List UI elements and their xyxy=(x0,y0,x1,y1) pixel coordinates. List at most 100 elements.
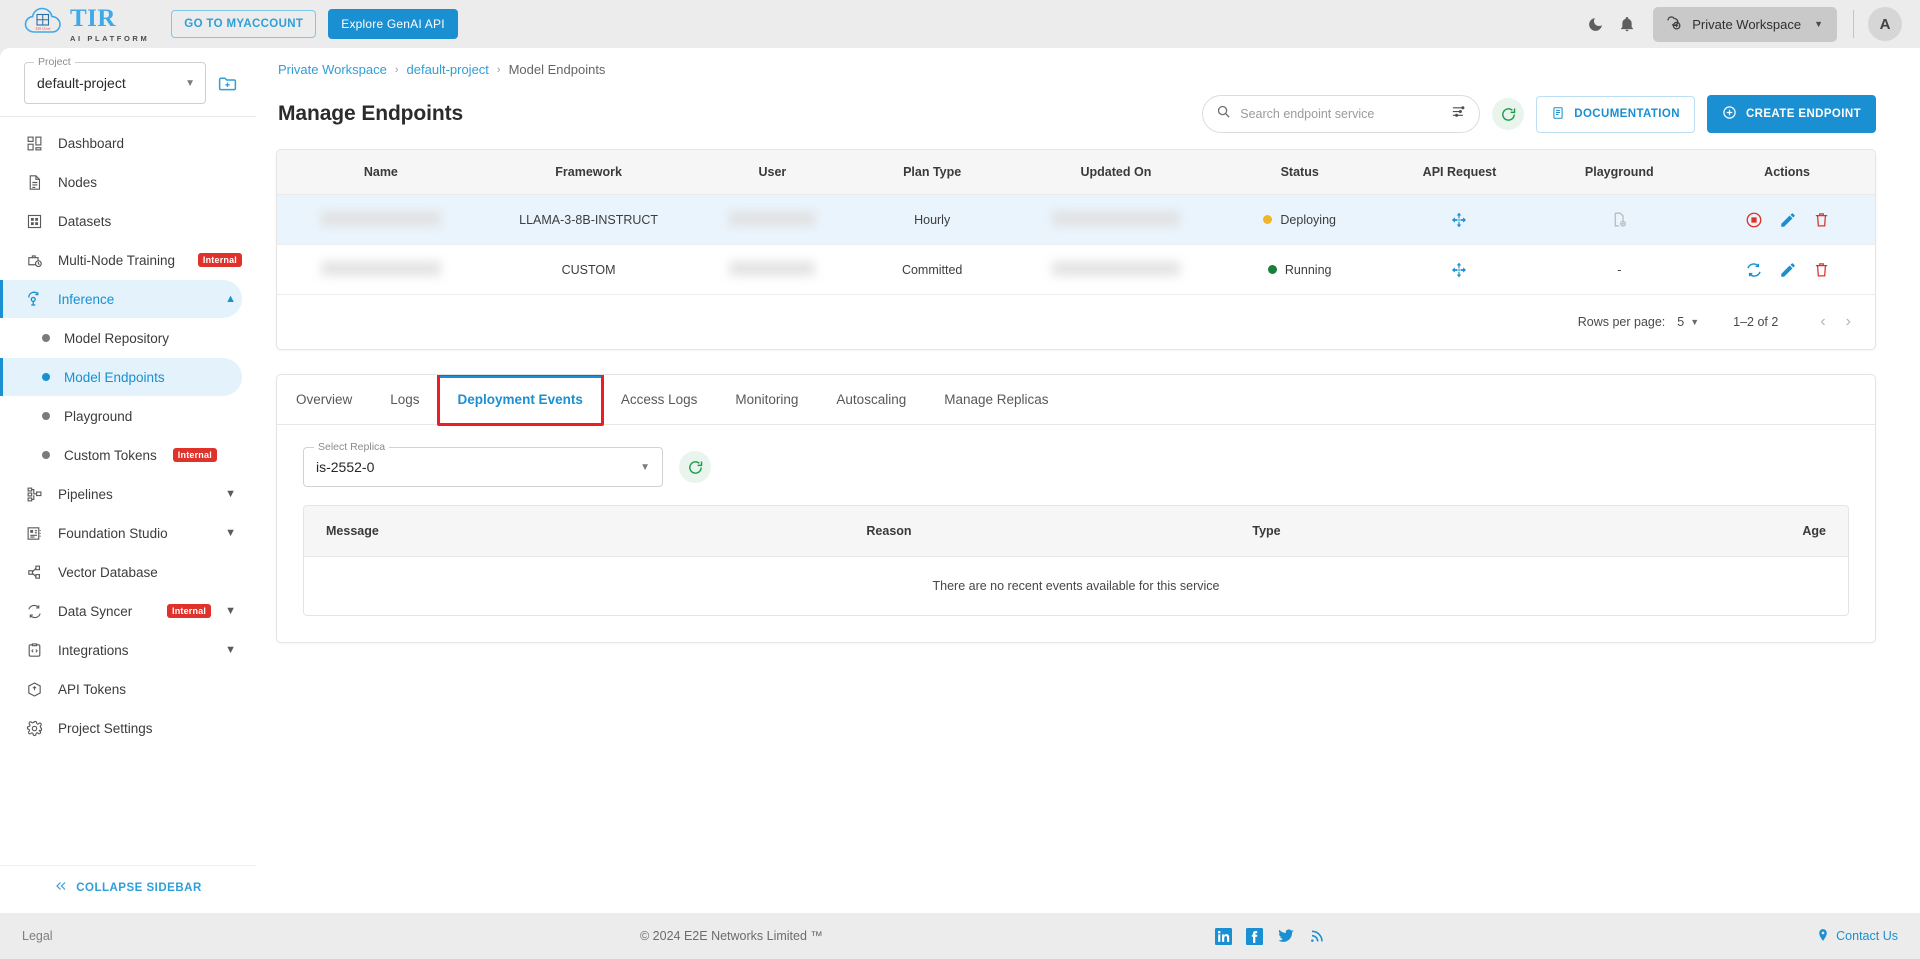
tab-autoscaling[interactable]: Autoscaling xyxy=(817,375,925,424)
cell-framework: LLAMA-3-8B-INSTRUCT xyxy=(484,194,693,245)
bullet-icon xyxy=(42,334,50,342)
linkedin-icon[interactable] xyxy=(1215,927,1232,945)
collapse-sidebar-button[interactable]: COLLAPSE SIDEBAR xyxy=(0,865,256,913)
facebook-icon[interactable] xyxy=(1246,927,1263,945)
chevron-down-icon: ▼ xyxy=(1814,19,1823,29)
sidebar-item-model-repository[interactable]: Model Repository xyxy=(0,319,242,357)
next-page-button[interactable]: › xyxy=(1842,313,1855,331)
refresh-button[interactable] xyxy=(1492,98,1525,130)
table-row[interactable]: LLAMA-3-8B-INSTRUCT Hourly Deploying xyxy=(277,194,1875,245)
studio-icon xyxy=(24,523,44,543)
bell-icon[interactable] xyxy=(1611,8,1643,40)
footer-copyright: © 2024 E2E Networks Limited ™ xyxy=(640,929,823,943)
sidebar-item-api-tokens[interactable]: API Tokens xyxy=(0,670,242,708)
sidebar-item-data-syncer[interactable]: Data Syncer Internal ▼ xyxy=(0,592,242,630)
breadcrumb-private-workspace[interactable]: Private Workspace xyxy=(278,62,387,77)
bullet-icon xyxy=(42,412,50,420)
page-title-row: Manage Endpoints Search endpoint service… xyxy=(276,95,1876,133)
gear-icon xyxy=(24,718,44,738)
tab-deployment-events[interactable]: Deployment Events xyxy=(438,375,603,424)
stop-icon[interactable] xyxy=(1745,211,1763,229)
select-replica-value: is-2552-0 xyxy=(316,459,375,475)
table-row[interactable]: CUSTOM Committed Running - xyxy=(277,244,1875,295)
sidebar-item-label: Dashboard xyxy=(58,135,125,151)
twitter-icon[interactable] xyxy=(1277,927,1295,945)
cell-status: Running xyxy=(1219,244,1380,295)
sidebar-item-multi-node-training[interactable]: Multi-Node Training Internal xyxy=(0,241,242,279)
sidebar-item-inference[interactable]: Inference ▲ xyxy=(0,280,242,318)
tab-logs[interactable]: Logs xyxy=(371,375,438,424)
chevron-up-icon: ▲ xyxy=(225,293,236,305)
previous-page-button[interactable]: ‹ xyxy=(1816,313,1829,331)
cell-playground: - xyxy=(1539,244,1700,295)
restart-icon[interactable] xyxy=(1745,261,1763,279)
tab-monitoring[interactable]: Monitoring xyxy=(716,375,817,424)
events-empty-message: There are no recent events available for… xyxy=(304,556,1848,615)
workspace-selector[interactable]: Private Workspace ▼ xyxy=(1653,6,1837,42)
redacted-value xyxy=(1051,260,1180,276)
create-endpoint-button[interactable]: CREATE ENDPOINT xyxy=(1706,95,1876,133)
cell-playground xyxy=(1539,194,1700,245)
events-empty-row: There are no recent events available for… xyxy=(304,556,1848,615)
sidebar-item-model-endpoints[interactable]: Model Endpoints xyxy=(0,358,242,396)
sidebar-item-playground[interactable]: Playground xyxy=(0,397,242,435)
tab-manage-replicas[interactable]: Manage Replicas xyxy=(925,375,1067,424)
footer-legal-link[interactable]: Legal xyxy=(22,929,53,943)
redacted-value xyxy=(320,260,441,276)
project-select[interactable]: Project default-project ▼ xyxy=(24,56,206,104)
documentation-label: DOCUMENTATION xyxy=(1574,108,1680,120)
sidebar-item-pipelines[interactable]: Pipelines ▼ xyxy=(0,475,242,513)
sidebar-item-vector-database[interactable]: Vector Database xyxy=(0,553,242,591)
search-input[interactable] xyxy=(1240,107,1443,121)
cell-plan-type: Committed xyxy=(852,244,1013,295)
edit-icon[interactable] xyxy=(1779,261,1797,279)
contact-us-link[interactable]: Contact Us xyxy=(1816,928,1898,945)
bullet-icon xyxy=(42,451,50,459)
tab-access-logs[interactable]: Access Logs xyxy=(602,375,717,424)
search-box[interactable] xyxy=(1202,95,1481,133)
sidebar-item-foundation-studio[interactable]: Foundation Studio ▼ xyxy=(0,514,242,552)
sidebar-item-label: Project Settings xyxy=(58,720,153,736)
sidebar-item-nodes[interactable]: Nodes xyxy=(0,163,242,201)
documentation-button[interactable]: DOCUMENTATION xyxy=(1536,95,1695,133)
api-request-icon[interactable] xyxy=(1386,261,1534,279)
delete-icon[interactable] xyxy=(1813,261,1830,278)
api-request-icon[interactable] xyxy=(1386,211,1534,229)
rss-icon[interactable] xyxy=(1309,928,1325,944)
tab-overview[interactable]: Overview xyxy=(277,375,371,424)
sidebar-item-label: Custom Tokens xyxy=(64,447,157,463)
delete-icon[interactable] xyxy=(1813,211,1830,228)
edit-icon[interactable] xyxy=(1779,211,1797,229)
new-project-folder-icon[interactable] xyxy=(214,70,240,96)
sidebar-item-dashboard[interactable]: Dashboard xyxy=(0,124,242,162)
svg-text:E2E Cloud: E2E Cloud xyxy=(36,26,51,30)
breadcrumb-default-project[interactable]: default-project xyxy=(407,62,489,77)
avatar[interactable]: A xyxy=(1868,7,1902,41)
sidebar-item-label: Pipelines xyxy=(58,486,113,502)
redacted-value xyxy=(1051,210,1180,226)
sidebar-item-label: Foundation Studio xyxy=(58,525,168,541)
sidebar-item-label: Vector Database xyxy=(58,564,158,580)
create-endpoint-label: CREATE ENDPOINT xyxy=(1745,108,1861,120)
rows-per-page-select[interactable]: 5 ▼ xyxy=(1677,315,1699,329)
page-title: Manage Endpoints xyxy=(278,102,464,125)
badge-internal: Internal xyxy=(172,448,217,462)
explore-genai-api-button[interactable]: Explore GenAI API xyxy=(328,9,458,39)
document-icon xyxy=(24,172,44,192)
sidebar-item-integrations[interactable]: Integrations ▼ xyxy=(0,631,242,669)
status-badge: Running xyxy=(1284,262,1332,277)
filter-sliders-icon[interactable] xyxy=(1451,104,1466,124)
cell-updated-on xyxy=(1012,244,1220,295)
go-to-myaccount-button[interactable]: GO TO MYACCOUNT xyxy=(171,10,317,38)
tir-logo[interactable]: E2E Cloud TIR AI PLATFORM xyxy=(24,5,149,43)
bullet-icon xyxy=(42,373,50,381)
sidebar-item-project-settings[interactable]: Project Settings xyxy=(0,709,242,747)
project-selector-row: Project default-project ▼ xyxy=(0,48,256,116)
select-replica-dropdown[interactable]: Select Replica is-2552-0 ▼ xyxy=(303,441,663,487)
refresh-events-button[interactable] xyxy=(679,451,711,483)
sidebar-item-custom-tokens[interactable]: Custom Tokens Internal xyxy=(0,436,242,474)
cell-api-request xyxy=(1379,194,1540,245)
column-header-actions: Actions xyxy=(1699,150,1875,195)
moon-icon[interactable] xyxy=(1579,8,1611,40)
sidebar-item-datasets[interactable]: Datasets xyxy=(0,202,242,240)
